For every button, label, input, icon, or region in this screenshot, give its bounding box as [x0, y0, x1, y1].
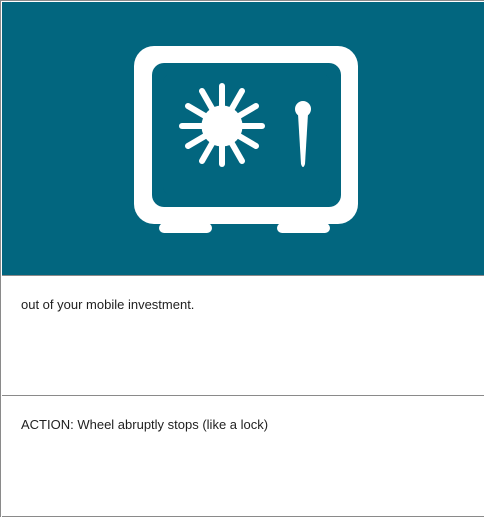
safe-left-foot-shape [159, 223, 212, 233]
safe-right-foot-shape [277, 223, 330, 233]
hero-image-panel [2, 2, 484, 275]
panel-text-action: ACTION: Wheel abruptly stops (like a loc… [21, 417, 269, 432]
storyboard-frame: out of your mobile investment. ACTION: W… [0, 0, 484, 517]
hero-bottom-divider [2, 275, 484, 276]
safe-vault-icon [134, 46, 358, 233]
panel-divider [2, 395, 484, 396]
panel-text-narration: out of your mobile investment. [21, 297, 195, 312]
